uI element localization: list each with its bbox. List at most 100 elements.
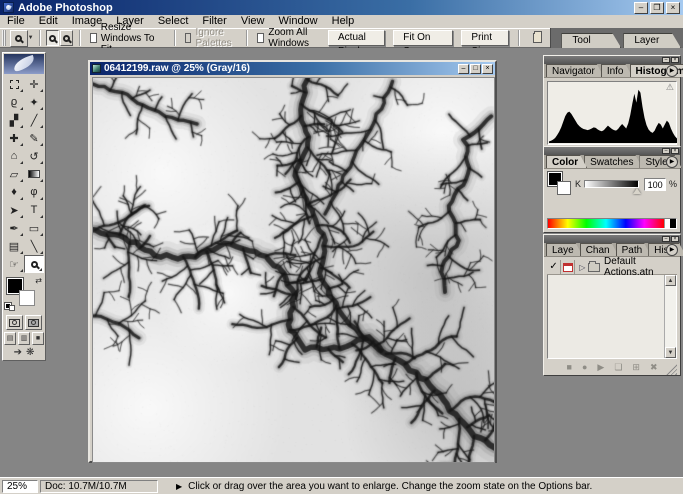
print-size-button[interactable]: Print Size xyxy=(461,30,509,46)
palette-title-strip[interactable]: – × xyxy=(544,235,680,243)
move-tool[interactable]: ✛ xyxy=(24,75,44,93)
palette-title-strip[interactable]: – × xyxy=(544,56,680,64)
action-toggle-checkmark[interactable]: ✓ xyxy=(547,260,561,275)
restore-button[interactable]: ❐ xyxy=(650,2,664,14)
zoom-tool[interactable] xyxy=(24,255,44,273)
tool-presets-tab[interactable]: Tool Presets xyxy=(561,33,621,48)
eraser-tool[interactable]: ▱ xyxy=(4,165,24,183)
menu-file[interactable]: File xyxy=(0,15,32,28)
imageready-icon[interactable]: ❋ xyxy=(26,347,34,358)
play-selection-icon[interactable]: ▶ xyxy=(597,362,604,373)
palette-color-swatches[interactable] xyxy=(547,171,573,197)
new-action-icon[interactable]: ⊞ xyxy=(632,362,640,373)
app-title-bar[interactable]: Adobe Photoshop – ❐ × xyxy=(0,0,683,15)
zoom-all-windows-checkbox[interactable]: Zoom All Windows xyxy=(257,27,320,49)
scroll-down-icon[interactable]: ▼ xyxy=(665,347,676,358)
document-title-bar[interactable]: 06412199.raw @ 25% (Gray/16) – □ × xyxy=(90,62,495,75)
palette-close-icon[interactable]: × xyxy=(671,57,679,63)
type-tool[interactable]: T xyxy=(24,201,44,219)
eyedropper-tool[interactable]: ╲ xyxy=(24,237,44,255)
checkbox-box[interactable] xyxy=(257,33,264,43)
doc-close-button[interactable]: × xyxy=(482,64,493,74)
begin-recording-icon[interactable]: ● xyxy=(582,362,587,372)
palette-close-icon[interactable]: × xyxy=(671,236,679,242)
adobe-feather-logo[interactable] xyxy=(4,54,44,74)
hand-tool[interactable]: ☞ xyxy=(4,255,24,273)
minimize-button[interactable]: – xyxy=(634,2,648,14)
standard-mode-button[interactable] xyxy=(6,315,23,330)
layer-comps-tab[interactable]: Layer Comps xyxy=(623,33,681,48)
background-color-swatch[interactable] xyxy=(557,181,571,195)
expand-triangle-icon[interactable]: ▷ xyxy=(579,263,585,272)
actions-tab-chan[interactable]: Chan xyxy=(580,243,619,256)
palette-minimize-icon[interactable]: – xyxy=(662,57,670,63)
stop-playing-icon[interactable]: ■ xyxy=(567,362,572,372)
zoom-level-field[interactable]: 25% xyxy=(2,480,38,493)
color-tab-color[interactable]: Color xyxy=(546,155,587,168)
shape-tool[interactable]: ▭ xyxy=(24,219,44,237)
delete-icon[interactable]: ✖ xyxy=(650,362,658,373)
gradient-tool[interactable] xyxy=(24,165,44,183)
fit-on-screen-button[interactable]: Fit On Screen xyxy=(393,30,453,46)
blur-tool[interactable]: ♦ xyxy=(4,183,24,201)
histogram-tab-navigator[interactable]: Navigator xyxy=(546,64,604,77)
actions-tab-path[interactable]: Path xyxy=(616,243,652,256)
actions-list-area[interactable]: ▲ ▼ xyxy=(547,275,677,359)
menu-help[interactable]: Help xyxy=(325,15,362,28)
palette-title-strip[interactable]: – × xyxy=(544,147,680,155)
lasso-tool[interactable]: ϱ xyxy=(4,93,24,111)
scroll-up-icon[interactable]: ▲ xyxy=(665,275,676,286)
close-button[interactable]: × xyxy=(666,2,680,14)
fullscreen-button[interactable]: ■ xyxy=(32,332,44,345)
doc-minimize-button[interactable]: – xyxy=(458,64,469,74)
new-set-icon[interactable]: ❏ xyxy=(614,362,622,373)
palette-menu-icon[interactable]: ▶ xyxy=(666,65,678,77)
zoom-out-mode-button[interactable] xyxy=(60,30,73,46)
dodge-tool[interactable]: φ xyxy=(24,183,44,201)
modal-control-cell[interactable] xyxy=(561,260,575,275)
color-tab-swatches[interactable]: Swatches xyxy=(584,155,642,168)
actions-tab-laye[interactable]: Laye xyxy=(546,243,583,256)
color-spectrum-ramp[interactable] xyxy=(547,218,677,229)
status-menu-arrow-icon[interactable]: ▶ xyxy=(176,482,182,491)
history-brush-tool[interactable]: ↺ xyxy=(24,147,44,165)
background-color-swatch[interactable] xyxy=(19,290,35,306)
rectangular-marquee-tool[interactable] xyxy=(4,75,24,93)
k-slider-thumb[interactable] xyxy=(633,188,641,194)
quick-mask-mode-button[interactable] xyxy=(25,315,42,330)
slice-tool[interactable]: ╱ xyxy=(24,111,44,129)
magic-wand-tool[interactable]: ✦ xyxy=(24,93,44,111)
swap-colors-icon[interactable]: ⇄ xyxy=(35,276,42,285)
notes-tool[interactable]: ▤ xyxy=(4,237,24,255)
standard-screen-button[interactable]: ▤ xyxy=(4,332,16,345)
palette-menu-icon[interactable]: ▶ xyxy=(666,244,678,256)
black-swatch[interactable] xyxy=(670,219,676,228)
document-canvas-terrain-image[interactable] xyxy=(92,77,495,463)
palette-resize-grip[interactable] xyxy=(666,364,677,375)
file-browser-icon[interactable] xyxy=(533,33,542,43)
checkbox-box[interactable] xyxy=(90,33,97,43)
palette-minimize-icon[interactable]: – xyxy=(662,236,670,242)
zoom-in-mode-button[interactable] xyxy=(46,30,59,46)
path-selection-tool[interactable]: ➤ xyxy=(4,201,24,219)
default-colors-icon[interactable] xyxy=(5,303,15,311)
doc-maximize-button[interactable]: □ xyxy=(470,64,481,74)
spectrum-gradient[interactable] xyxy=(548,219,664,228)
fullscreen-menubar-button[interactable]: ▥ xyxy=(18,332,30,345)
doc-size-indicator[interactable]: Doc: 10.7M/10.7M xyxy=(40,480,158,493)
actions-scrollbar[interactable]: ▲ ▼ xyxy=(664,275,676,358)
pen-tool[interactable]: ✒ xyxy=(4,219,24,237)
brush-tool[interactable]: ✎ xyxy=(24,129,44,147)
crop-tool[interactable]: ▞ xyxy=(4,111,24,129)
palette-minimize-icon[interactable]: – xyxy=(662,148,670,154)
k-slider[interactable] xyxy=(584,180,639,188)
tool-preset-dropdown[interactable]: ▼ xyxy=(28,30,34,47)
action-set-row[interactable]: ✓ ▷ Default Actions.atn xyxy=(547,260,677,275)
current-tool-button[interactable] xyxy=(10,30,28,47)
healing-brush-tool[interactable]: ✚ xyxy=(4,129,24,147)
clone-stamp-tool[interactable]: ⌂ xyxy=(4,147,24,165)
actual-pixels-button[interactable]: Actual Pixels xyxy=(328,30,385,46)
palette-menu-icon[interactable]: ▶ xyxy=(666,156,678,168)
histogram-tab-info[interactable]: Info xyxy=(601,64,633,77)
palette-close-icon[interactable]: × xyxy=(671,148,679,154)
